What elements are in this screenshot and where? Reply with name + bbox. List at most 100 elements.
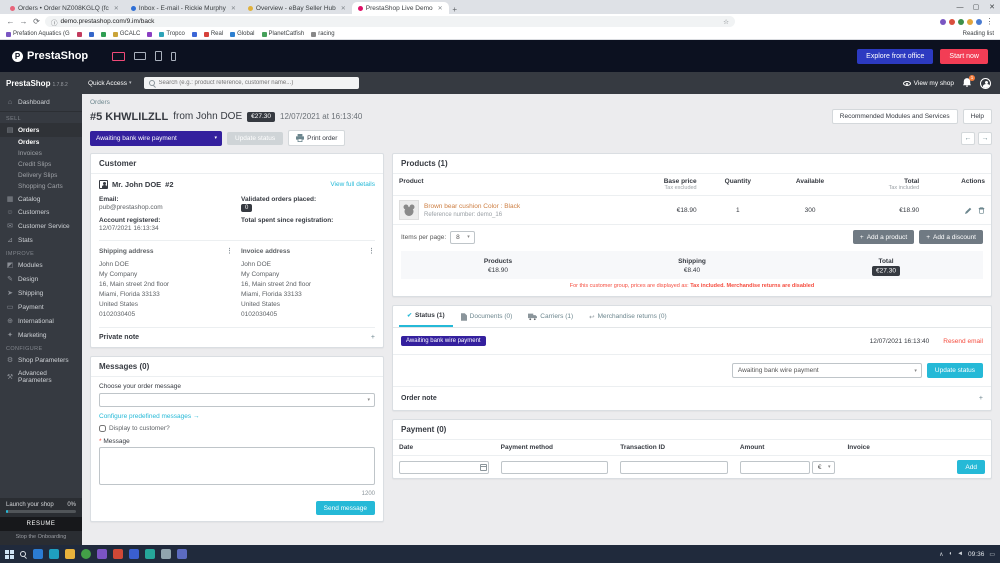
- items-per-page-select[interactable]: 8: [450, 230, 475, 244]
- bookmark-item[interactable]: GCALC: [112, 31, 140, 37]
- bookmark-favicon[interactable]: [76, 31, 82, 37]
- product-name-link[interactable]: Brown bear cushion Color : Black: [424, 203, 520, 210]
- taskbar-app-icon[interactable]: [49, 549, 59, 559]
- back-icon[interactable]: ←: [6, 17, 15, 26]
- bookmark-star-icon[interactable]: ☆: [723, 18, 729, 26]
- clock[interactable]: 09:36: [968, 551, 984, 558]
- forward-icon[interactable]: →: [19, 17, 28, 26]
- notifications-button[interactable]: 1: [963, 74, 975, 89]
- bookmark-favicon[interactable]: [147, 31, 153, 37]
- order-status-select[interactable]: Awaiting bank wire payment: [90, 130, 222, 146]
- add-payment-button[interactable]: Add: [957, 460, 985, 474]
- taskbar-app-icon[interactable]: [177, 549, 187, 559]
- profile-menu-button[interactable]: [980, 77, 991, 89]
- bookmark-item[interactable]: racing: [311, 31, 335, 37]
- tab-merchandise-returns[interactable]: ↩ Merchandise returns (0): [581, 306, 674, 327]
- tab-documents[interactable]: Documents (0): [453, 306, 521, 327]
- bookmark-item[interactable]: Prefation Aquatics (G: [6, 31, 70, 37]
- taskbar-app-icon[interactable]: [145, 549, 155, 559]
- currency-select[interactable]: €: [811, 460, 836, 474]
- sidebar-subitem-invoices[interactable]: Invoices: [0, 148, 82, 159]
- sidebar-item-dashboard[interactable]: ⌂ Dashboard: [0, 94, 82, 112]
- admin-search-input[interactable]: [158, 80, 354, 86]
- tab-close-icon[interactable]: ✕: [341, 5, 346, 12]
- window-minimize-button[interactable]: —: [952, 0, 968, 14]
- onboarding-stop-link[interactable]: Stop the Onboarding: [0, 531, 82, 545]
- update-status-button[interactable]: Update status: [926, 363, 983, 378]
- sidebar-item-stats[interactable]: ⊿ Stats: [0, 233, 82, 247]
- sidebar-item-marketing[interactable]: ✦ Marketing: [0, 328, 82, 342]
- mobile-preview-icon[interactable]: [171, 51, 177, 61]
- notification-center-icon[interactable]: ▭: [989, 551, 995, 558]
- extension-icon[interactable]: [958, 18, 964, 25]
- tablet-preview-icon[interactable]: [155, 51, 163, 61]
- browser-tab[interactable]: Overview - eBay Seller Hub ✕: [242, 2, 352, 14]
- sidebar-item-orders[interactable]: ▤ Orders: [0, 123, 82, 137]
- tab-close-icon[interactable]: ✕: [114, 5, 119, 12]
- volume-icon[interactable]: ◄: [957, 551, 963, 557]
- taskbar-app-icon[interactable]: [33, 549, 43, 559]
- taskbar-app-icon[interactable]: [113, 549, 123, 559]
- tab-close-icon[interactable]: ✕: [231, 5, 236, 12]
- start-now-button[interactable]: Start now: [940, 48, 988, 64]
- bookmark-favicon[interactable]: [88, 31, 94, 37]
- sidebar-subitem-credit-slips[interactable]: Credit Slips: [0, 159, 82, 170]
- desktop-preview-icon[interactable]: [112, 51, 126, 61]
- calendar-icon[interactable]: [479, 463, 487, 471]
- add-discount-button[interactable]: + Add a discount: [919, 230, 983, 244]
- sidebar-subitem-orders[interactable]: Orders: [0, 137, 82, 148]
- taskbar-folder-icon[interactable]: [65, 549, 75, 559]
- extension-icon[interactable]: [940, 18, 946, 25]
- sidebar-item-design[interactable]: ✎ Design: [0, 272, 82, 286]
- tab-carriers[interactable]: Carriers (1): [520, 306, 581, 327]
- bookmark-item[interactable]: Global: [230, 31, 255, 37]
- window-maximize-button[interactable]: ▢: [968, 0, 984, 14]
- bookmark-item[interactable]: Real: [203, 31, 223, 37]
- sidebar-item-catalog[interactable]: ▦ Catalog: [0, 192, 82, 206]
- invoice-address-menu-icon[interactable]: ⋮: [368, 247, 375, 258]
- view-my-shop-link[interactable]: View my shop: [902, 80, 954, 87]
- sidebar-item-payment[interactable]: ▭ Payment: [0, 300, 82, 314]
- add-product-button[interactable]: + Add a product: [852, 230, 915, 244]
- private-note-expand-icon[interactable]: +: [371, 334, 375, 341]
- taskbar-browser-icon[interactable]: [81, 549, 91, 559]
- taskbar-app-icon[interactable]: [97, 549, 107, 559]
- send-message-button[interactable]: Send message: [315, 501, 375, 516]
- bookmark-item[interactable]: PlanetCatfish: [261, 31, 304, 37]
- display-to-customer-checkbox[interactable]: [99, 425, 106, 433]
- taskbar-app-icon[interactable]: [161, 549, 171, 559]
- reload-icon[interactable]: ⟳: [32, 17, 41, 26]
- window-close-button[interactable]: ✕: [984, 0, 1000, 14]
- start-menu-icon[interactable]: [5, 549, 14, 559]
- shipping-address-menu-icon[interactable]: ⋮: [226, 247, 233, 258]
- tray-expand-icon[interactable]: ∧: [939, 551, 943, 558]
- tab-close-icon[interactable]: ✕: [438, 5, 443, 12]
- reading-list-button[interactable]: Reading list: [963, 31, 994, 37]
- quick-access-dropdown[interactable]: Quick Access: [82, 80, 138, 87]
- sidebar-item-modules[interactable]: ◩ Modules: [0, 258, 82, 272]
- sidebar-item-shipping[interactable]: ➤ Shipping: [0, 286, 82, 300]
- customer-email-link[interactable]: pub@prestashop.com: [99, 204, 233, 211]
- explore-front-office-button[interactable]: Explore front office: [857, 48, 934, 64]
- amount-input[interactable]: [739, 460, 810, 474]
- extension-icon[interactable]: [949, 18, 955, 25]
- sidebar-subitem-shopping-carts[interactable]: Shopping Carts: [0, 181, 82, 192]
- sidebar-item-customer-service[interactable]: ✉ Customer Service: [0, 219, 82, 233]
- admin-brand[interactable]: PrestaShop 1.7.8.2: [0, 79, 82, 88]
- payment-method-input[interactable]: [500, 460, 609, 474]
- status-update-select[interactable]: Awaiting bank wire payment: [731, 363, 922, 378]
- message-textarea[interactable]: [99, 447, 375, 486]
- new-tab-button[interactable]: +: [449, 5, 461, 14]
- sidebar-item-shop-parameters[interactable]: ⚙ Shop Parameters: [0, 353, 82, 367]
- network-icon[interactable]: ◖: [948, 551, 952, 557]
- sidebar-item-advanced-parameters[interactable]: ⚒ Advanced Parameters: [0, 367, 82, 387]
- browser-tab[interactable]: Inbox - E-mail - Rickie Murphy ✕: [125, 2, 242, 14]
- browser-tab[interactable]: Orders • Order NZ008KGLQ (fc ✕: [4, 2, 125, 14]
- help-button[interactable]: Help: [962, 109, 992, 124]
- sidebar-subitem-delivery-slips[interactable]: Delivery Slips: [0, 170, 82, 181]
- laptop-preview-icon[interactable]: [134, 52, 147, 60]
- print-order-button[interactable]: Print order: [288, 130, 346, 146]
- next-order-button[interactable]: →: [978, 131, 992, 145]
- delete-icon[interactable]: [978, 206, 985, 214]
- bookmark-favicon[interactable]: [100, 31, 106, 37]
